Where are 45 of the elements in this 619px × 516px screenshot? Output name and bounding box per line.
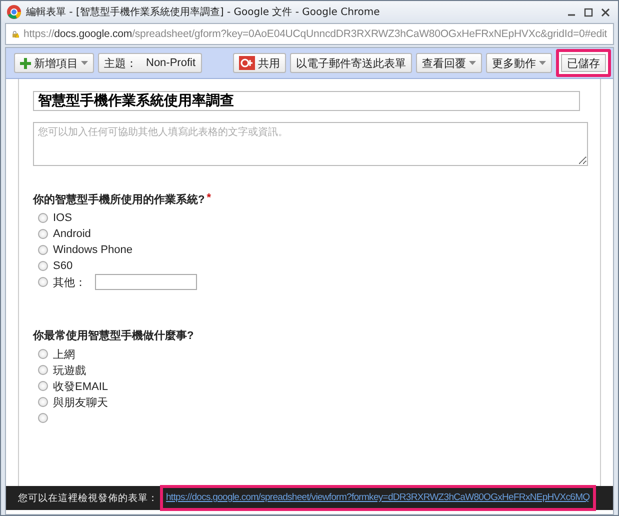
add-item-button[interactable]: 新增項目: [14, 53, 94, 73]
browser-logo-icon: [7, 5, 21, 19]
close-icon[interactable]: [601, 8, 610, 16]
menu-button[interactable]: 查看回覆: [416, 53, 482, 73]
window-title: 編輯表單 - [智慧型手機作業系統使用率調查] - Google 文件 - Google Chrome: [26, 6, 381, 19]
form-title-field[interactable]: 智慧型手機作業系統使用率調查: [33, 91, 580, 111]
radio-button[interactable]: [38, 413, 48, 423]
question-title: 你最常使用智慧型手機做什麼事?: [33, 328, 194, 343]
option-label: 與朋友聊天: [53, 396, 108, 410]
caret-icon: [81, 61, 88, 65]
radio-button[interactable]: [38, 397, 48, 407]
published-form-link[interactable]: https://docs.google.com/spreadsheet/viewform?formkey=dDR3RXRWZ3hCaW80OGxHeFRxNEpHVXc6MQ: [160, 485, 596, 511]
plus-icon: [20, 58, 31, 68]
caret-icon: [469, 61, 476, 65]
toolbar-button[interactable]: 已儲存: [556, 49, 611, 77]
maximize-icon[interactable]: [584, 8, 593, 16]
option-label: 收發EMAIL: [53, 380, 108, 394]
theme-button[interactable]: 主題： Non-Profit: [98, 53, 202, 73]
question-title: 你的智慧型手機所使用的作業系統?: [33, 192, 205, 207]
option-label: IOS: [53, 212, 72, 224]
description-field[interactable]: 您可以加入任何可協助其他人填寫此表格的文字或資訊。: [33, 122, 588, 166]
share-button[interactable]: 共用: [233, 53, 286, 73]
menu-button[interactable]: 更多動作: [486, 53, 552, 73]
radio-button[interactable]: [38, 245, 48, 255]
address-bar[interactable]: https://docs.google.com/spreadsheet/gform?key=0AoE04UCqUnncdDR3RXRWZ3hCaW80OGxHeFRxNEpHVXc&gridId=0#edit: [5, 23, 614, 45]
option-label: Windows Phone: [53, 244, 132, 256]
radio-button[interactable]: [38, 349, 48, 359]
radio-button[interactable]: [38, 381, 48, 391]
google-plus-icon: [239, 56, 255, 70]
option-label: 上網: [53, 348, 75, 362]
caret-icon: [539, 61, 546, 65]
toolbar-button[interactable]: 以電子郵件寄送此表單: [290, 53, 412, 73]
required-mark: *: [206, 192, 212, 206]
option-label: 其他：: [53, 276, 86, 290]
option-label: S60: [53, 260, 73, 272]
radio-button[interactable]: [38, 213, 48, 223]
url-text: https://docs.google.com/spreadsheet/gform?key=0AoE04UCqUnncdDR3RXRWZ3hCaW80OGxHeFRxNEpHVXc&gridId=0#edit: [23, 28, 607, 40]
other-input-field[interactable]: [95, 274, 197, 290]
radio-button[interactable]: [38, 261, 48, 271]
publish-label: 您可以在這裡檢視發佈的表單：: [18, 492, 158, 504]
radio-button[interactable]: [38, 277, 48, 287]
radio-button[interactable]: [38, 229, 48, 239]
option-label: Android: [53, 228, 91, 240]
option-label: 玩遊戲: [53, 364, 86, 378]
radio-button[interactable]: [38, 365, 48, 375]
